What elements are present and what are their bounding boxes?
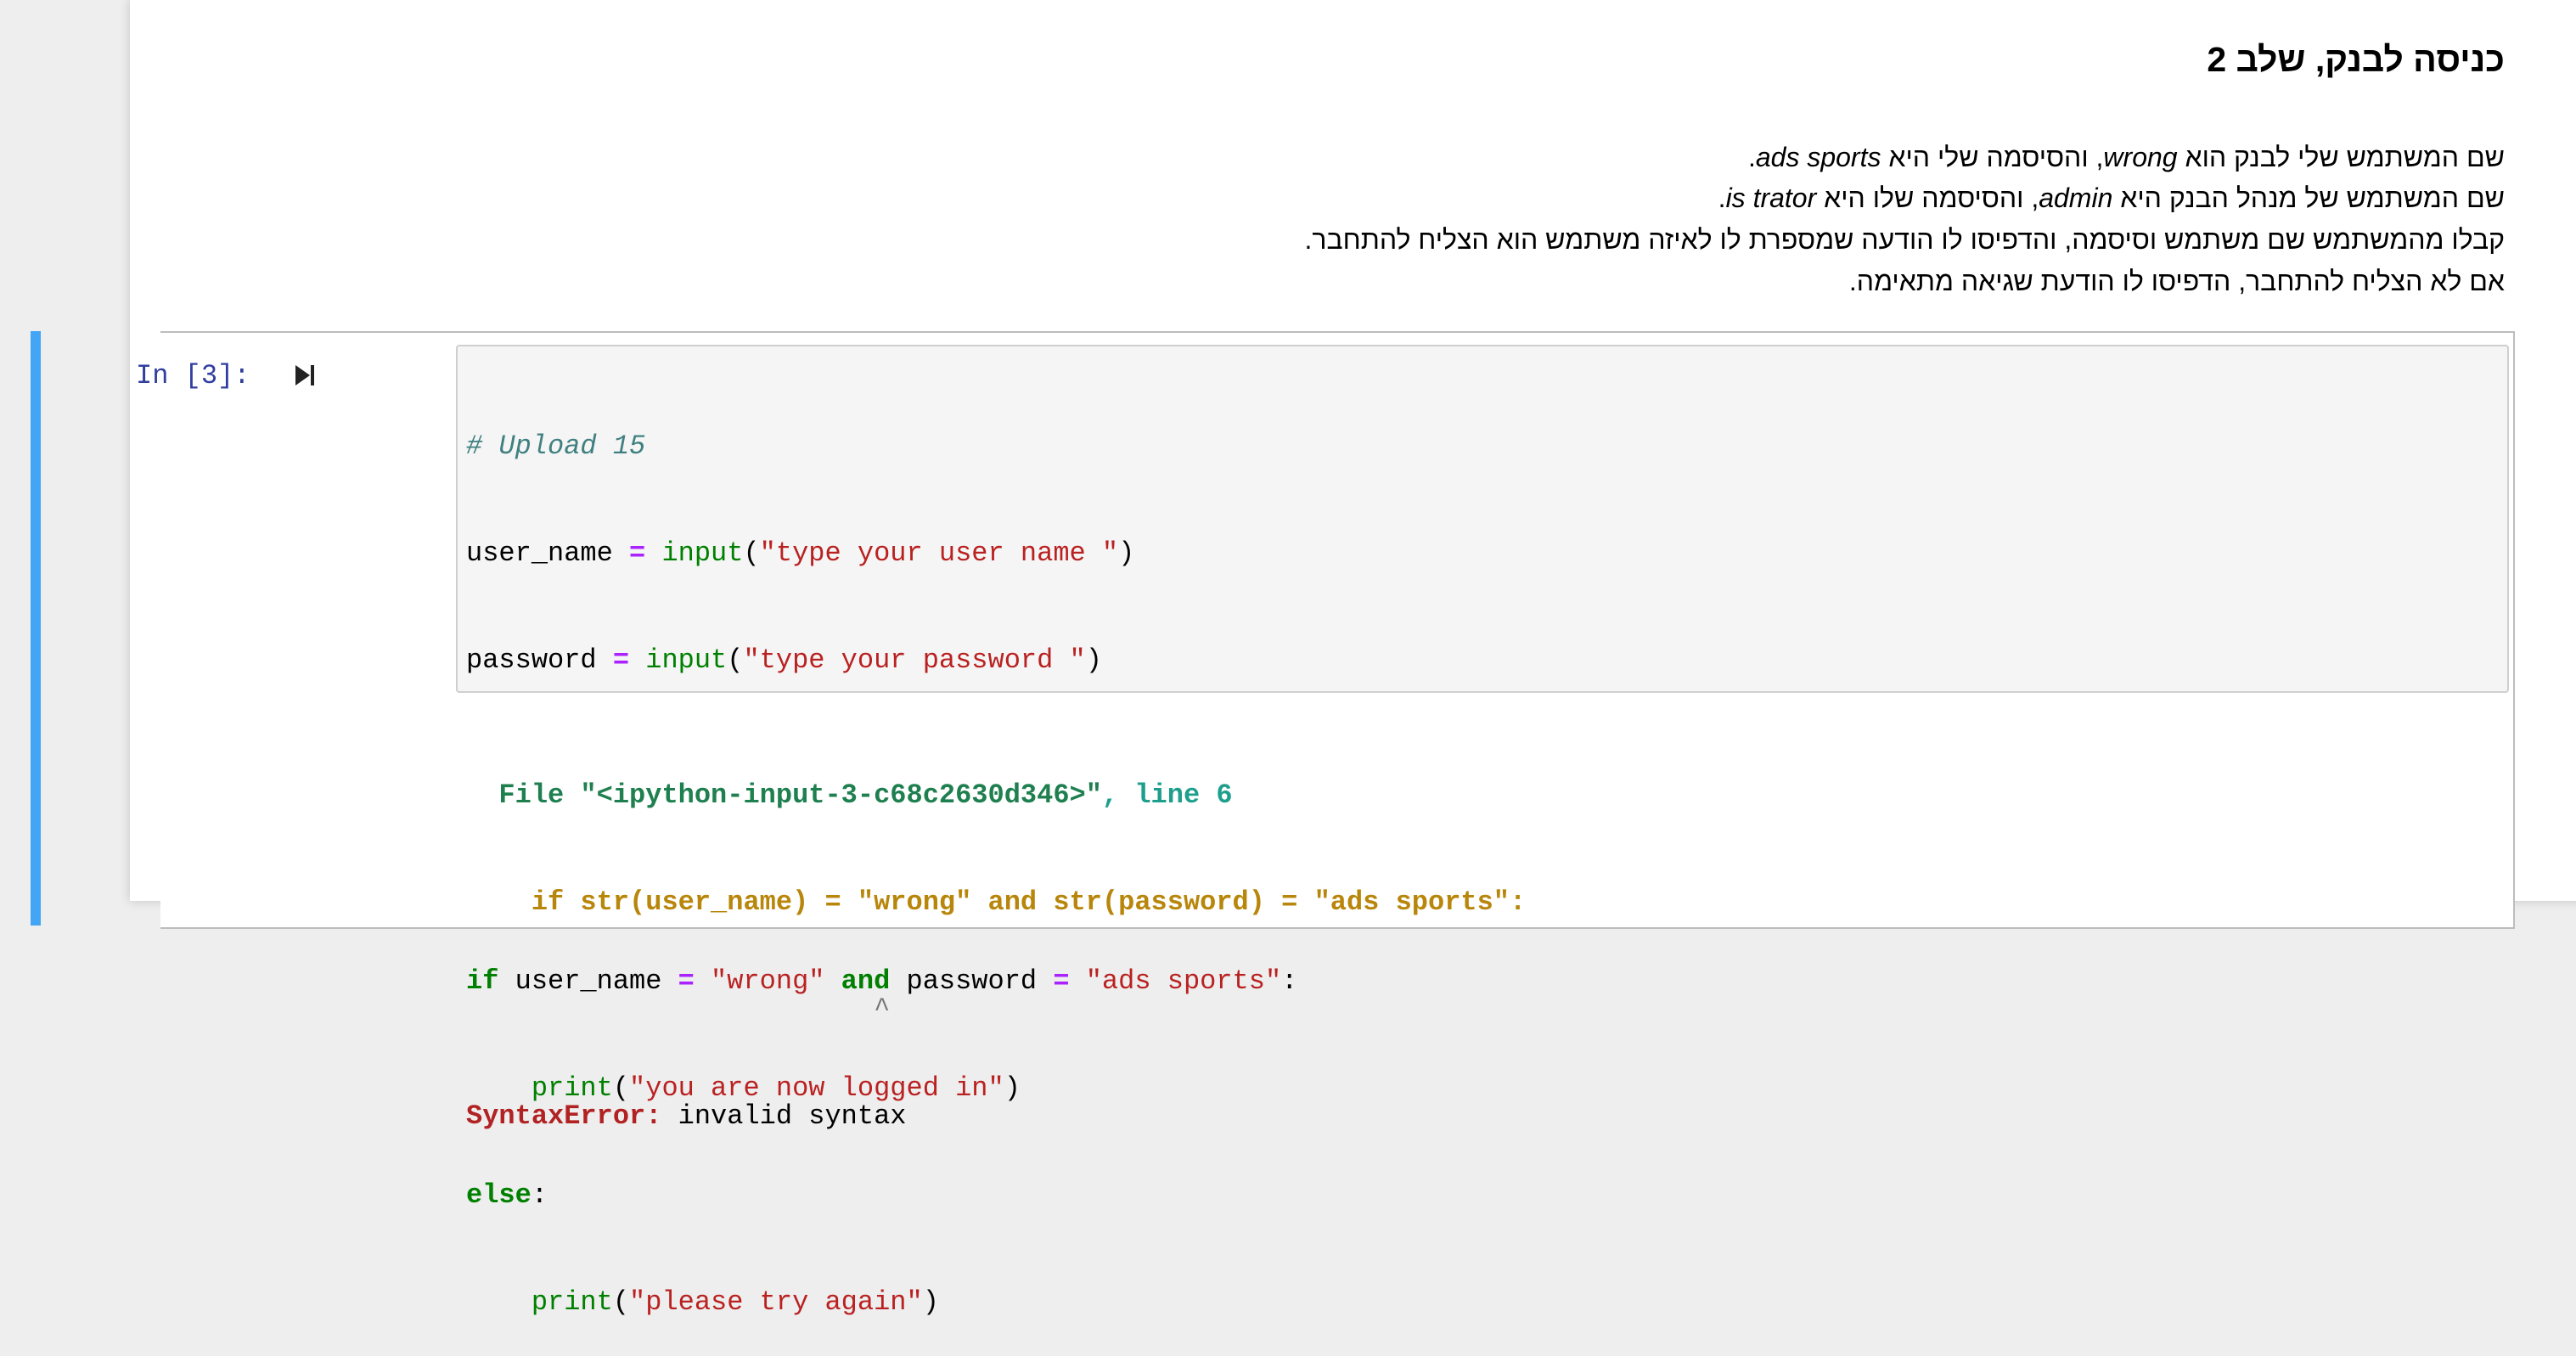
code-line-2: user_name = input("type your user name "… <box>466 537 1135 569</box>
traceback-file-line: File "<ipython-input-3-c68c2630d346>", l… <box>466 779 1233 811</box>
code-line-8: else: <box>466 1179 548 1211</box>
markdown-line-1: שם המשתמש שלי לבנק הוא wrong, והסיסמה של… <box>1747 142 2505 172</box>
code-line-1: # Upload 15 <box>466 430 646 462</box>
code-line-9: print("please try again") <box>531 1286 939 1318</box>
traceback-caret: ^ <box>466 993 891 1025</box>
error-line: SyntaxError: invalid syntax <box>466 1100 907 1132</box>
markdown-line-3: קבלו מהמשתמש שם משתמש וסיסמה, והדפיסו לו… <box>1304 224 2505 255</box>
traceback-source-line: if str(user_name) = "wrong" and str(pass… <box>466 886 1527 918</box>
input-prompt: In [3]: <box>136 360 250 391</box>
markdown-line-2: שם המשתמש של מנהל הבנק היא admin, והסיסמ… <box>1718 183 2505 213</box>
run-cell-icon[interactable] <box>293 363 317 388</box>
selected-cell-indicator <box>31 331 41 926</box>
cell-output: File "<ipython-input-3-c68c2630d346>", l… <box>466 706 1526 1170</box>
markdown-line-4: אם לא הצליח להתחבר, הדפיסו לו הודעת שגיא… <box>1848 266 2505 296</box>
markdown-title: כניסה לבנק, שלב 2 <box>2207 40 2505 79</box>
code-line-3: password = input("type your password ") <box>466 644 1102 676</box>
